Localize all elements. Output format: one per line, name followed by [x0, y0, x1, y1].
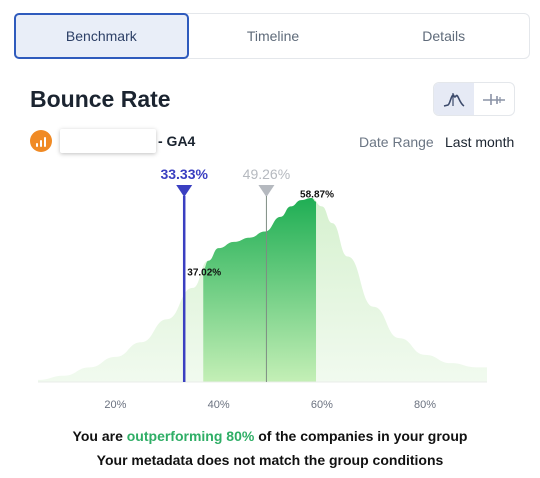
page-title: Bounce Rate: [30, 86, 171, 112]
x-tick-label: 60%: [311, 399, 333, 411]
summary-suffix: of the companies in your group: [254, 428, 468, 444]
tab-details[interactable]: Details: [358, 14, 529, 58]
range-view-button[interactable]: [474, 83, 514, 115]
x-tick-label: 40%: [208, 399, 230, 411]
source-suffix: - GA4: [158, 133, 196, 149]
x-tick-label: 80%: [414, 399, 436, 411]
x-tick-label: 20%: [104, 399, 126, 411]
google-analytics-icon: [30, 130, 52, 152]
outperform-summary: You are outperforming 80% of the compani…: [0, 428, 540, 444]
data-source: - GA4: [30, 128, 195, 154]
median-value-pointer: [258, 185, 275, 197]
outperform-percentage: outperforming 80%: [126, 428, 255, 444]
bounce-rate-distribution-chart: 37.02% 58.87% 33.33% 49.26% 20% 40% 60% 80%: [38, 166, 487, 411]
range-high-label: 58.87%: [300, 190, 334, 201]
tab-bar: Benchmark Timeline Details: [14, 13, 530, 59]
date-range-select[interactable]: Last month: [445, 134, 514, 150]
date-range-label: Date Range: [359, 134, 434, 150]
your-value-label: 33.33%: [160, 166, 208, 182]
range-slider-icon: [483, 94, 505, 105]
view-toggle-group: [433, 82, 515, 116]
range-low-label: 37.02%: [187, 268, 221, 279]
distribution-view-button[interactable]: [434, 83, 474, 115]
tab-timeline[interactable]: Timeline: [188, 14, 359, 58]
redacted-source-name: [60, 129, 156, 153]
highlight-range-area: [203, 198, 317, 382]
median-value-label: 49.26%: [243, 166, 290, 182]
distribution-curve-icon: [443, 93, 465, 107]
summary-prefix: You are: [72, 428, 127, 444]
your-value-pointer: [176, 185, 193, 197]
metadata-note: Your metadata does not match the group c…: [96, 452, 444, 468]
tab-benchmark[interactable]: Benchmark: [14, 13, 189, 59]
